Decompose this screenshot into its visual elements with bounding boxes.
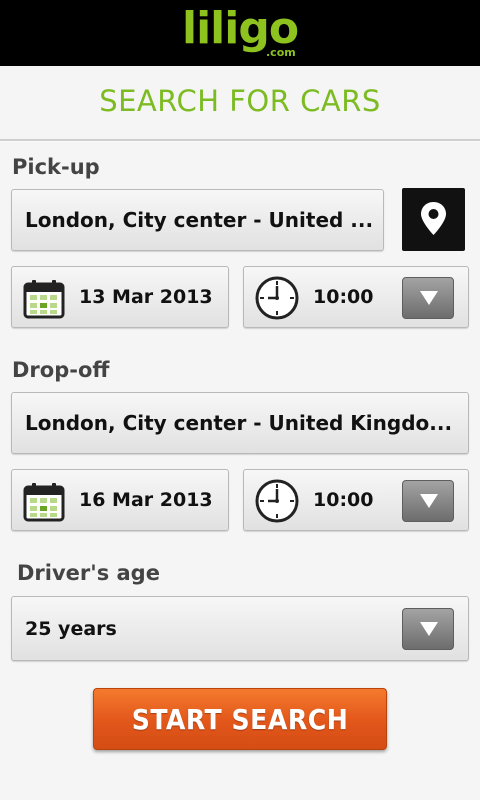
dropoff-location-field[interactable]: London, City center - United Kingdo... bbox=[11, 392, 469, 454]
clock-icon bbox=[255, 276, 299, 320]
top-bar: liligo .com bbox=[0, 0, 480, 66]
page-title: SEARCH FOR CARS bbox=[99, 84, 381, 118]
driver-age-value: 25 years bbox=[25, 618, 117, 640]
pickup-location-field[interactable]: London, City center - United ... bbox=[11, 189, 384, 251]
dropoff-time-field[interactable]: 10:00 bbox=[243, 469, 469, 531]
title-divider bbox=[0, 139, 480, 142]
pickup-label: Pick-up bbox=[12, 155, 100, 179]
dropoff-label: Drop-off bbox=[12, 358, 110, 382]
driver-age-select[interactable]: 25 years bbox=[11, 596, 469, 661]
driver-age-dropdown-button[interactable] bbox=[402, 608, 454, 650]
start-search-button[interactable]: START SEARCH bbox=[93, 688, 387, 750]
start-search-label: START SEARCH bbox=[131, 703, 349, 736]
dropoff-date-value: 16 Mar 2013 bbox=[79, 489, 213, 511]
calendar-icon bbox=[23, 280, 65, 319]
pickup-date-value: 13 Mar 2013 bbox=[79, 286, 213, 308]
dropoff-location-value: London, City center - United Kingdo... bbox=[25, 411, 453, 435]
location-pin-button[interactable] bbox=[402, 188, 465, 251]
pickup-date-field[interactable]: 13 Mar 2013 bbox=[11, 266, 229, 328]
dropoff-date-field[interactable]: 16 Mar 2013 bbox=[11, 469, 229, 531]
dropoff-time-value: 10:00 bbox=[313, 489, 374, 511]
logo-suffix: .com bbox=[266, 46, 296, 59]
clock-icon bbox=[255, 479, 299, 523]
calendar-icon bbox=[23, 483, 65, 522]
location-pin-icon bbox=[421, 202, 446, 235]
chevron-down-icon bbox=[420, 494, 438, 508]
chevron-down-icon bbox=[420, 622, 438, 636]
pickup-time-field[interactable]: 10:00 bbox=[243, 266, 469, 328]
chevron-down-icon bbox=[420, 291, 438, 305]
pickup-time-dropdown-button[interactable] bbox=[402, 277, 454, 319]
pickup-location-value: London, City center - United ... bbox=[25, 208, 374, 232]
driver-age-label: Driver's age bbox=[17, 561, 160, 585]
liligo-logo: liligo .com bbox=[182, 3, 300, 60]
dropoff-time-dropdown-button[interactable] bbox=[402, 480, 454, 522]
pickup-time-value: 10:00 bbox=[313, 286, 374, 308]
